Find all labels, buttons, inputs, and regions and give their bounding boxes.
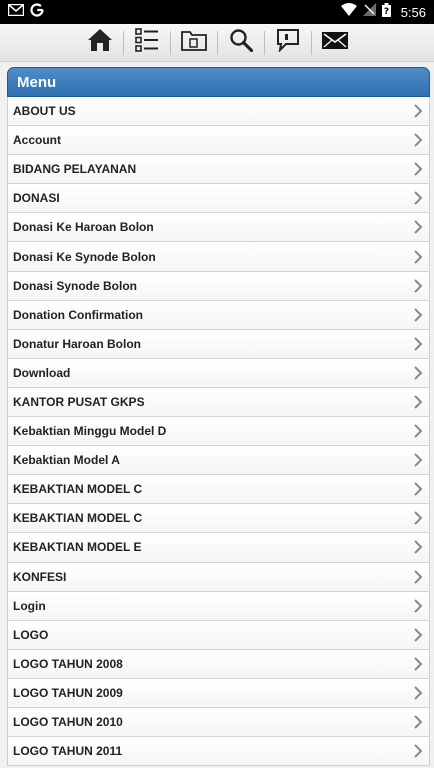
menu-item-label: Donasi Ke Synode Bolon [13, 249, 156, 264]
menu-item-label: Donation Confirmation [13, 307, 143, 322]
menu-item-label: Donatur Haroan Bolon [13, 336, 141, 351]
chevron-right-icon [414, 424, 423, 438]
menu-item-label: KEBAKTIAN MODEL C [13, 482, 143, 497]
menu-item-label: Donasi Ke Haroan Bolon [13, 220, 154, 235]
menu-item[interactable]: DONASI [8, 184, 429, 214]
menu-item[interactable]: KANTOR PUSAT GKPS [8, 387, 429, 418]
menu-item[interactable]: Donatur Haroan Bolon [8, 329, 429, 359]
menu-item-label: KONFESI [13, 569, 67, 584]
chevron-right-icon [414, 191, 423, 206]
menu-list: ABOUT US Account BIDANG PELAYANAN DONASI Don… [7, 97, 430, 767]
gmail-icon [7, 3, 25, 21]
mail-button[interactable] [312, 26, 358, 60]
chevron-right-icon [414, 511, 423, 526]
menu-item[interactable]: Account [8, 126, 429, 156]
svg-text:?: ? [384, 7, 389, 17]
top-toolbar [0, 24, 434, 62]
chevron-right-icon [414, 744, 423, 758]
menu-item-label: BIDANG PELAYANAN [13, 162, 137, 177]
chevron-right-icon [414, 540, 423, 555]
menu-item[interactable]: Donasi Ke Haroan Bolon [8, 213, 429, 243]
chevron-right-icon [414, 249, 423, 264]
menu-item[interactable]: ABOUT US [8, 97, 429, 127]
menu-item-label: Login [13, 598, 46, 613]
search-button[interactable] [218, 26, 264, 60]
menu-item-label: Kebaktian Model A [13, 453, 120, 468]
chevron-right-icon [414, 366, 423, 380]
menu-item[interactable]: LOGO TAHUN 2011 [8, 737, 429, 767]
wifi-icon [340, 3, 357, 21]
menu-item-label: LOGO TAHUN 2008 [13, 656, 123, 671]
list-button[interactable] [124, 26, 170, 60]
menu-item[interactable]: KONFESI [8, 562, 429, 592]
status-bar: ? 5:56 [0, 0, 434, 24]
menu-item[interactable]: LOGO TAHUN 2008 [8, 649, 429, 679]
message-icon [276, 28, 300, 57]
home-icon [87, 28, 113, 57]
chevron-right-icon [414, 162, 423, 176]
no-sim-icon [362, 3, 376, 21]
menu-item-label: KEBAKTIAN MODEL C [13, 511, 143, 526]
chevron-right-icon [414, 715, 423, 729]
menu-item[interactable]: Donasi Ke Synode Bolon [8, 242, 429, 272]
menu-item-label: ABOUT US [13, 104, 76, 119]
menu-title: Menu [17, 73, 57, 91]
menu-item[interactable]: Kebaktian Model A [8, 446, 429, 476]
mail-icon [321, 30, 348, 55]
menu-item[interactable]: LOGO TAHUN 2009 [8, 678, 429, 708]
menu-item-label: LOGO TAHUN 2010 [13, 715, 123, 730]
menu-item[interactable]: Kebaktian Minggu Model D [8, 417, 429, 447]
chevron-right-icon [414, 657, 423, 671]
menu-item-label: DONASI [13, 191, 60, 206]
menu-item-label: KANTOR PUSAT GKPS [13, 394, 145, 409]
folder-icon [180, 29, 207, 56]
menu-item[interactable]: Download [8, 358, 429, 388]
menu-item[interactable]: Donation Confirmation [8, 300, 429, 330]
menu-item-label: LOGO TAHUN 2009 [13, 685, 123, 700]
chevron-right-icon [414, 104, 423, 118]
menu-item-label: LOGO [13, 627, 49, 642]
google-icon [30, 2, 44, 22]
home-button[interactable] [77, 26, 123, 60]
clock: 5:56 [400, 4, 426, 20]
battery-icon: ? [381, 2, 391, 22]
chevron-right-icon [414, 133, 423, 147]
menu-header: Menu [7, 67, 430, 97]
menu-item[interactable]: KEBAKTIAN MODEL E [8, 533, 429, 563]
menu-item[interactable]: Login [8, 591, 429, 621]
menu-panel: Menu ABOUT US Account BIDANG PELAYANAN DONA… [7, 67, 430, 768]
menu-item-label: Donasi Synode Bolon [13, 278, 138, 293]
menu-item[interactable]: KEBAKTIAN MODEL C [8, 504, 429, 534]
chevron-right-icon [414, 278, 423, 293]
chevron-right-icon [414, 628, 423, 642]
list-icon [134, 28, 159, 57]
chevron-right-icon [414, 307, 423, 322]
menu-item[interactable]: LOGO TAHUN 2010 [8, 707, 429, 738]
menu-item[interactable]: KEBAKTIAN MODEL C [8, 475, 429, 505]
menu-item[interactable]: BIDANG PELAYANAN [8, 155, 429, 185]
chevron-right-icon [414, 482, 423, 496]
menu-item[interactable]: Donasi Synode Bolon [8, 271, 429, 301]
chevron-right-icon [414, 337, 423, 351]
folder-button[interactable] [171, 26, 217, 60]
message-button[interactable] [265, 26, 311, 60]
menu-item-label: Download [13, 365, 71, 380]
menu-item-label: Account [13, 133, 61, 148]
chevron-right-icon [414, 220, 423, 235]
chevron-right-icon [414, 395, 423, 409]
menu-item-label: KEBAKTIAN MODEL E [13, 540, 142, 555]
chevron-right-icon [414, 598, 423, 613]
menu-item[interactable]: LOGO [8, 620, 429, 650]
chevron-right-icon [414, 453, 423, 467]
search-icon [229, 28, 253, 57]
chevron-right-icon [414, 686, 423, 700]
menu-item-label: Kebaktian Minggu Model D [13, 424, 167, 439]
chevron-right-icon [414, 569, 423, 584]
menu-item-label: LOGO TAHUN 2011 [13, 744, 123, 759]
